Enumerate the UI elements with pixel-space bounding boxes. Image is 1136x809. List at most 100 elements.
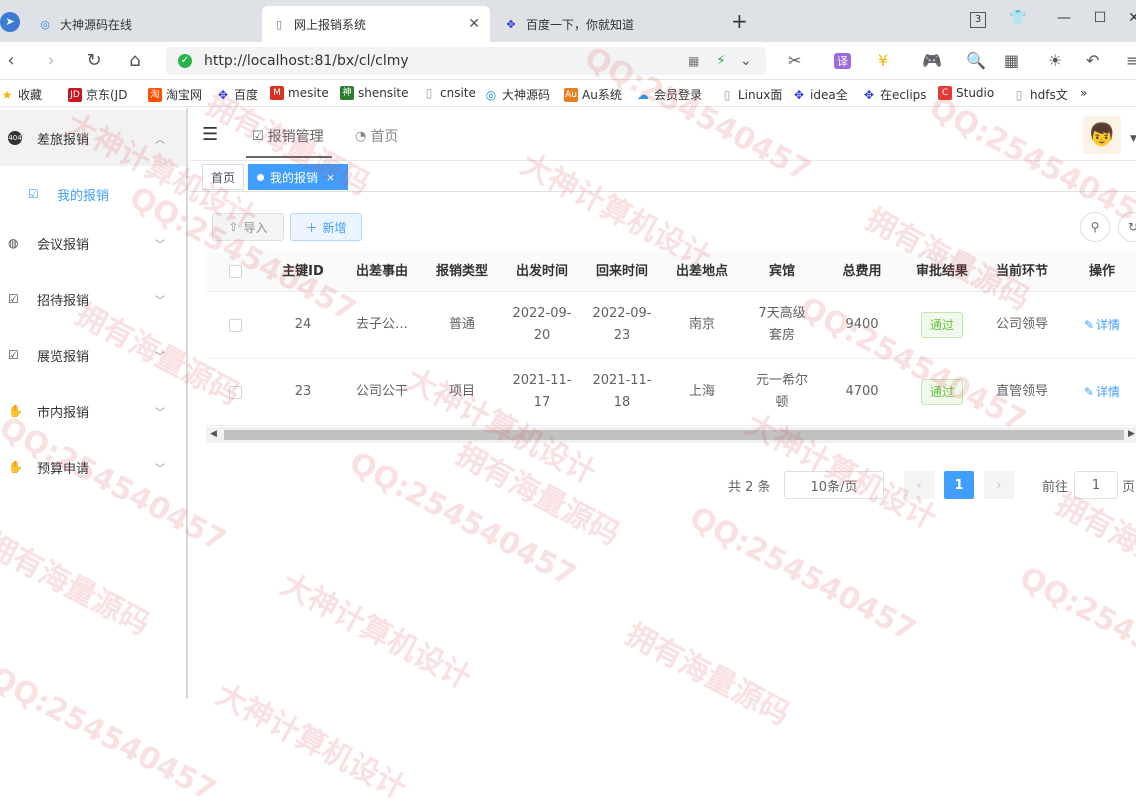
- baidu-paw-icon: ✥: [863, 87, 875, 102]
- home-icon[interactable]: ⌂: [124, 50, 146, 72]
- browser-tab[interactable]: ✥ 百度一下，你就知道: [494, 6, 714, 42]
- minimize-icon[interactable]: —: [1054, 10, 1074, 26]
- qr-icon[interactable]: ▦: [688, 54, 699, 68]
- skin-icon[interactable]: 👕: [1008, 10, 1028, 26]
- scissors-icon[interactable]: ✂: [788, 51, 801, 70]
- browser-nav-icon[interactable]: ➤: [0, 12, 20, 32]
- detail-link[interactable]: ✎ 详情: [1072, 292, 1132, 358]
- goto-page-input[interactable]: 1: [1074, 471, 1118, 499]
- reload-icon[interactable]: ↻: [83, 50, 105, 72]
- scroll-right-icon[interactable]: ▶: [1128, 429, 1135, 439]
- browser-tab-active[interactable]: ▯ 网上报销系统 ✕: [262, 6, 490, 42]
- tag-home[interactable]: 首页: [202, 164, 245, 190]
- select-all-checkbox[interactable]: [224, 252, 246, 291]
- import-button[interactable]: ⇧ 导入: [212, 213, 284, 241]
- menu-icon[interactable]: ≡: [1126, 51, 1136, 70]
- close-tag-icon[interactable]: ×: [326, 171, 335, 184]
- bookmark-item[interactable]: C Studio: [938, 86, 994, 100]
- translate-icon[interactable]: 译: [834, 53, 851, 69]
- bookmark-item[interactable]: 神 shensite: [340, 86, 409, 100]
- bookmarks-bar: ★ 收藏 JD 京东(JD 淘淘宝网 ✥ 百度 Mmesite 神 shensite ▯ cnsite…: [0, 81, 1136, 107]
- bookmark-item[interactable]: Au Au系统: [564, 86, 622, 103]
- next-page-button[interactable]: ›: [984, 471, 1014, 499]
- back-icon[interactable]: ‹: [0, 50, 22, 72]
- bookmark-item[interactable]: ✥ 在eclips: [862, 86, 927, 103]
- sidebar-item-meeting[interactable]: ◍ 会议报销 ﹀: [0, 215, 186, 271]
- game-icon[interactable]: 🎮: [922, 51, 942, 70]
- sidebar-item-label: 差旅报销: [37, 132, 90, 148]
- row-checkbox[interactable]: [224, 292, 246, 358]
- bookmark-item[interactable]: ▯ Linux面: [720, 86, 783, 103]
- cell-stage: 直管领导: [995, 384, 1048, 399]
- forward-icon[interactable]: ›: [40, 50, 62, 72]
- page-number-current[interactable]: 1: [944, 471, 974, 499]
- breadcrumb-home[interactable]: ◔ 首页: [355, 126, 398, 146]
- breadcrumb-reimbursement[interactable]: ☑ 报销管理: [252, 126, 324, 146]
- add-button[interactable]: ＋ 新增: [290, 213, 362, 241]
- cell-text: 2022-09-: [512, 306, 572, 321]
- search-toggle-button[interactable]: ⚲: [1080, 212, 1110, 242]
- sun-icon[interactable]: ☀: [1048, 51, 1062, 70]
- globe-icon: ◎: [40, 17, 50, 31]
- bookmark-item[interactable]: ◎ 大神源码: [484, 86, 550, 103]
- search-icon[interactable]: 🔍: [966, 51, 986, 70]
- coin-icon[interactable]: ¥: [878, 51, 888, 70]
- address-bar[interactable]: ✓ http://localhost:81/bx/cl/clmy ▦ ⚡ ⌄: [166, 47, 766, 75]
- caret-down-icon[interactable]: ▼: [1130, 134, 1136, 144]
- chevron-down-icon[interactable]: ⌄: [740, 53, 752, 69]
- cell-depart: 2022-09- 20: [502, 292, 582, 358]
- hamburger-icon[interactable]: ☰: [202, 124, 218, 145]
- scrollbar-thumb[interactable]: [224, 430, 1124, 440]
- bookmark-item[interactable]: ★ 收藏: [0, 86, 42, 103]
- sidebar-item-label: 招待报销: [37, 293, 90, 309]
- lightning-icon[interactable]: ⚡: [716, 53, 726, 69]
- sidebar-item-my-reimbursement[interactable]: ☑ 我的报销: [0, 166, 186, 222]
- sidebar-item-hospitality[interactable]: ☑ 招待报销 ﹀: [0, 271, 186, 327]
- prev-page-button[interactable]: ‹: [904, 471, 934, 499]
- checkbox-icon: ☑: [8, 292, 19, 306]
- checkbox-box: [228, 318, 242, 332]
- close-tab-icon[interactable]: ✕: [468, 16, 480, 32]
- bookmark-item[interactable]: ✥ 百度: [216, 86, 258, 103]
- sidebar-item-exhibition[interactable]: ☑ 展览报销 ﹀: [0, 327, 186, 383]
- sidebar-item-budget[interactable]: ✋ 预算申请 ﹀: [0, 439, 186, 495]
- cell-cost: 9400: [845, 317, 879, 332]
- bookmarks-more[interactable]: »: [1080, 86, 1087, 100]
- taobao-icon: 淘: [148, 87, 162, 102]
- bookmark-item[interactable]: 淘淘宝网: [148, 86, 202, 103]
- cell-text: 18: [613, 395, 631, 410]
- bookmark-item[interactable]: ▯ hdfs文: [1012, 86, 1068, 103]
- baidu-paw-icon: ✥: [217, 87, 229, 102]
- bookmark-item[interactable]: Mmesite: [270, 86, 329, 100]
- bookmark-label: shensite: [358, 86, 409, 100]
- maximize-icon[interactable]: ☐: [1090, 10, 1110, 26]
- refresh-button[interactable]: ↻: [1118, 212, 1136, 242]
- bookmark-item[interactable]: ☁ 会员登录: [636, 86, 702, 103]
- horizontal-scrollbar[interactable]: ◀ ▶: [206, 427, 1136, 443]
- browser-tab[interactable]: ◎ 大神源码在线: [28, 6, 258, 42]
- scroll-left-icon[interactable]: ◀: [210, 429, 217, 439]
- sidebar-item-local[interactable]: ✋ 市内报销 ﹀: [0, 383, 186, 439]
- watermark-text: 大神计算机设计: [209, 677, 412, 807]
- tag-my-reimbursement[interactable]: 我的报销 ×: [248, 164, 348, 190]
- baidu-paw-icon: ✥: [506, 17, 516, 31]
- row-checkbox[interactable]: [224, 359, 246, 425]
- checkbox-icon: ☑: [28, 187, 39, 201]
- sidebar-item-travel[interactable]: 404 差旅报销 ︿: [0, 110, 186, 166]
- tab-count-badge[interactable]: 3: [970, 12, 986, 28]
- detail-link[interactable]: ✎ 详情: [1072, 359, 1132, 425]
- apps-grid-icon[interactable]: ▦: [1004, 51, 1019, 70]
- bookmark-item[interactable]: JD 京东(JD: [68, 86, 127, 103]
- avatar[interactable]: 👦: [1083, 116, 1121, 154]
- url-text: http://localhost:81/bx/cl/clmy: [204, 53, 409, 69]
- bookmark-item[interactable]: ✥ idea全: [792, 86, 848, 103]
- undo-icon[interactable]: ↶: [1086, 51, 1099, 70]
- cell-id: 23: [294, 384, 312, 399]
- cell-result: 通过: [902, 359, 982, 425]
- watermark-text: 拥有海量源码: [619, 617, 796, 733]
- page-size-select[interactable]: 10条/页: [784, 471, 884, 499]
- table-row: 24 去子公… 普通 2022-09- 20 2022-09- 23 南京 7天…: [206, 292, 1136, 359]
- bookmark-item[interactable]: ▯ cnsite: [422, 86, 476, 100]
- new-tab-button[interactable]: +: [731, 9, 748, 33]
- close-window-icon[interactable]: ✕: [1124, 10, 1136, 26]
